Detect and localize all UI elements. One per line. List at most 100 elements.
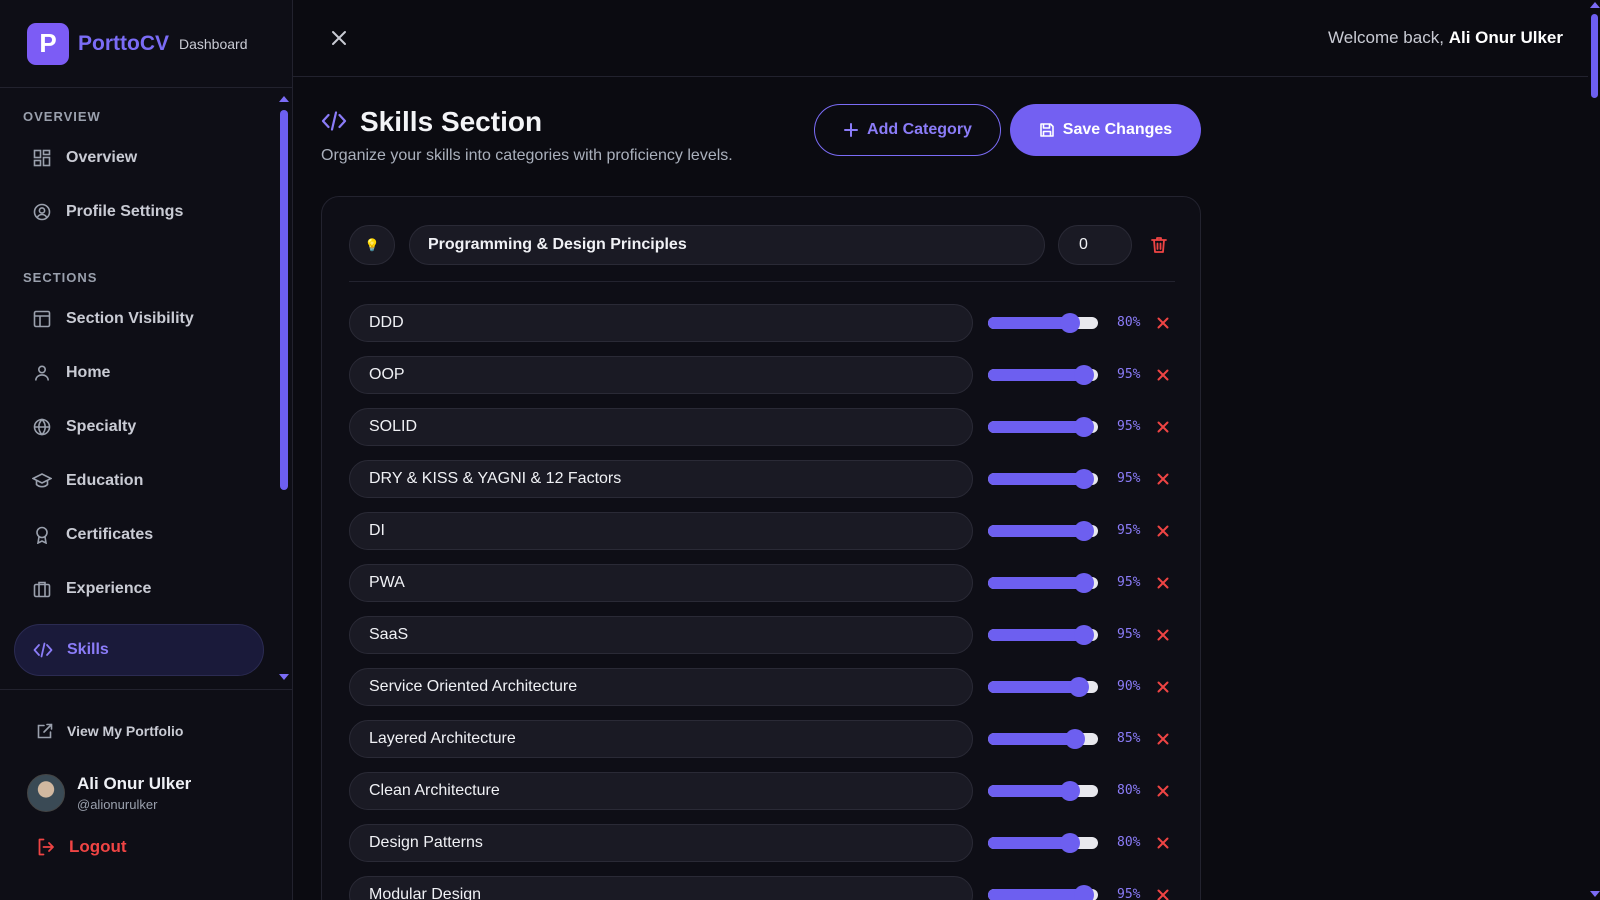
proficiency-slider[interactable] [988, 625, 1098, 645]
code-icon [33, 640, 53, 660]
remove-skill-icon[interactable] [1156, 420, 1170, 434]
view-portfolio-link[interactable]: View My Portfolio [36, 722, 183, 740]
sidebar-item-overview[interactable]: Overview [14, 132, 264, 184]
remove-skill-icon[interactable] [1156, 680, 1170, 694]
slider-knob[interactable] [1060, 781, 1080, 801]
skill-row: 95% [349, 512, 1175, 552]
skill-name-input[interactable] [349, 304, 973, 342]
proficiency-slider[interactable] [988, 781, 1098, 801]
plus-icon [843, 122, 859, 138]
skill-name-input[interactable] [349, 356, 973, 394]
skill-name-input[interactable] [349, 512, 973, 550]
proficiency-slider[interactable] [988, 729, 1098, 749]
save-changes-label: Save Changes [1062, 121, 1173, 138]
category-order-input[interactable] [1058, 225, 1132, 265]
sidebar-item-skills[interactable]: Skills [14, 624, 264, 676]
logout-button[interactable]: Logout [36, 837, 127, 857]
skill-name-input[interactable] [349, 616, 973, 654]
slider-fill [988, 473, 1084, 485]
remove-skill-icon[interactable] [1156, 576, 1170, 590]
user-card[interactable]: Ali Onur Ulker @alionurulker [27, 774, 191, 812]
skill-name-input[interactable] [349, 772, 973, 810]
remove-skill-icon[interactable] [1156, 316, 1170, 330]
proficiency-slider[interactable] [988, 677, 1098, 697]
scroll-up-arrow-icon[interactable] [279, 96, 289, 102]
remove-skill-icon[interactable] [1156, 732, 1170, 746]
sidebar-item-label: Profile Settings [66, 203, 184, 220]
save-changes-button[interactable]: Save Changes [1010, 104, 1201, 156]
remove-skill-icon[interactable] [1156, 368, 1170, 382]
proficiency-percent: 95% [1117, 627, 1141, 642]
slider-knob[interactable] [1073, 885, 1094, 900]
skill-name-input[interactable] [349, 824, 973, 862]
proficiency-slider[interactable] [988, 365, 1098, 385]
skill-name-input[interactable] [349, 720, 973, 758]
slider-fill [988, 785, 1070, 797]
skill-name-input[interactable] [349, 564, 973, 602]
scrollbar-thumb[interactable] [1591, 14, 1598, 98]
skill-name-input[interactable] [349, 460, 973, 498]
sidebar-item-certificates[interactable]: Certificates [14, 509, 264, 561]
scrollbar-thumb[interactable] [280, 110, 288, 490]
proficiency-slider[interactable] [988, 521, 1098, 541]
brand[interactable]: P PorttoCV Dashboard [0, 0, 293, 88]
proficiency-slider[interactable] [988, 885, 1098, 900]
brand-tag: Dashboard [179, 35, 248, 52]
globe-icon [32, 417, 52, 437]
remove-skill-icon[interactable] [1156, 836, 1170, 850]
proficiency-slider[interactable] [988, 833, 1098, 853]
category-icon-picker[interactable]: 💡 [349, 225, 395, 265]
scroll-up-arrow-icon[interactable] [1590, 2, 1600, 8]
proficiency-percent: 80% [1117, 835, 1141, 850]
remove-skill-icon[interactable] [1156, 472, 1170, 486]
skill-row: 80% [349, 304, 1175, 344]
nav-heading-overview: OVERVIEW [23, 109, 101, 124]
slider-knob[interactable] [1073, 625, 1094, 645]
proficiency-slider[interactable] [988, 417, 1098, 437]
add-category-button[interactable]: Add Category [814, 104, 1001, 156]
sidebar-item-label: Specialty [66, 418, 137, 435]
sidebar-item-label: Certificates [66, 526, 154, 543]
remove-skill-icon[interactable] [1156, 524, 1170, 538]
scroll-down-arrow-icon[interactable] [1590, 891, 1600, 897]
proficiency-slider[interactable] [988, 469, 1098, 489]
remove-skill-icon[interactable] [1156, 628, 1170, 642]
slider-knob[interactable] [1073, 469, 1094, 489]
page-scrollbar[interactable] [1590, 0, 1600, 900]
slider-knob[interactable] [1064, 729, 1085, 749]
skill-name-input[interactable] [349, 668, 973, 706]
scroll-down-arrow-icon[interactable] [279, 674, 289, 680]
remove-skill-icon[interactable] [1156, 888, 1170, 900]
close-icon [332, 31, 346, 45]
category-name-input[interactable] [409, 225, 1045, 265]
skill-name-input[interactable] [349, 408, 973, 446]
skill-name-input[interactable] [349, 876, 973, 900]
external-link-icon [36, 722, 54, 740]
sidebar-item-education[interactable]: Education [14, 455, 264, 507]
slider-knob[interactable] [1073, 573, 1094, 593]
trash-icon[interactable] [1149, 235, 1169, 255]
sidebar-item-profile-settings[interactable]: Profile Settings [14, 186, 264, 238]
slider-knob[interactable] [1060, 833, 1080, 853]
sidebar-item-label: Overview [66, 149, 138, 166]
close-sidebar-button[interactable] [328, 27, 350, 49]
add-category-label: Add Category [867, 121, 972, 138]
slider-fill [988, 629, 1084, 641]
sidebar: P PorttoCV Dashboard OVERVIEW Overview P… [0, 0, 293, 900]
slider-fill [988, 733, 1075, 745]
proficiency-slider[interactable] [988, 573, 1098, 593]
sidebar-item-specialty[interactable]: Specialty [14, 401, 264, 453]
sidebar-item-section-visibility[interactable]: Section Visibility [14, 293, 264, 345]
slider-knob[interactable] [1073, 521, 1094, 541]
slider-knob[interactable] [1073, 417, 1094, 437]
slider-knob[interactable] [1069, 677, 1089, 697]
sidebar-scrollbar[interactable] [279, 96, 289, 680]
sidebar-item-home[interactable]: Home [14, 347, 264, 399]
slider-knob[interactable] [1073, 365, 1094, 385]
skill-row: 95% [349, 616, 1175, 656]
proficiency-slider[interactable] [988, 313, 1098, 333]
nav-heading-sections: SECTIONS [23, 270, 98, 285]
sidebar-item-experience[interactable]: Experience [14, 563, 264, 615]
remove-skill-icon[interactable] [1156, 784, 1170, 798]
slider-knob[interactable] [1060, 313, 1080, 333]
